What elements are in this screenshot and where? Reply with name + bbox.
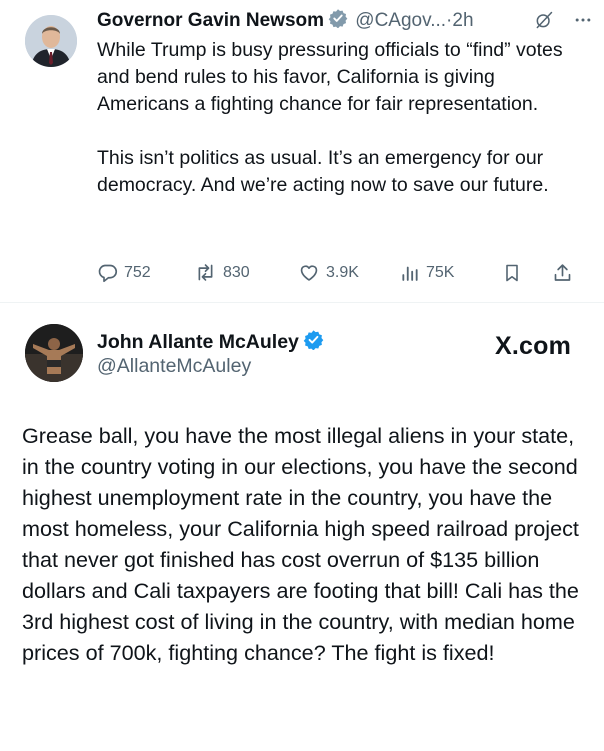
views-count: 75K: [426, 263, 455, 281]
grok-icon[interactable]: [534, 10, 554, 35]
more-icon[interactable]: [572, 10, 594, 35]
reply-button[interactable]: 752: [97, 262, 151, 283]
xcom-watermark: X.com: [494, 332, 571, 360]
author-handle[interactable]: @AllanteMcAuley: [97, 355, 251, 378]
tweet1-action-bar: 752 830 3.9K 75K: [97, 258, 577, 288]
tweet1-paragraph: This isn’t politics as usual. It’s an em…: [97, 147, 549, 196]
avatar-newsom[interactable]: [25, 15, 77, 67]
like-count: 3.9K: [326, 263, 359, 281]
repost-icon: [194, 262, 217, 283]
share-button[interactable]: [552, 262, 573, 284]
tweet2-body: Grease ball, you have the most illegal a…: [22, 423, 579, 665]
avatar-mcauley[interactable]: [25, 324, 83, 382]
tweet1-header-icons: [534, 10, 594, 35]
bookmark-icon: [502, 262, 522, 284]
tweet1-header: Governor Gavin Newsom @CAgov...·2h: [97, 8, 587, 36]
like-icon: [298, 262, 320, 283]
verified-government-badge-icon: [328, 8, 348, 36]
views-icon: [400, 262, 420, 283]
tweet-mcauley[interactable]: John Allante McAuley @AllanteMcAuley X.c…: [0, 302, 604, 751]
tweet-newsom[interactable]: Governor Gavin Newsom @CAgov...·2h While…: [0, 0, 604, 302]
verified-badge-icon: [303, 329, 324, 356]
repost-count: 830: [223, 263, 250, 281]
author-handle[interactable]: @CAgov...: [355, 10, 446, 31]
author-name-text[interactable]: John Allante McAuley: [97, 331, 299, 353]
share-icon: [552, 262, 573, 284]
repost-button[interactable]: 830: [194, 262, 250, 283]
bookmark-button[interactable]: [502, 262, 522, 284]
tweet1-paragraph: While Trump is busy pressuring officials…: [97, 39, 563, 115]
author-name: John Allante McAuley: [97, 329, 326, 356]
timestamp[interactable]: 2h: [452, 10, 473, 31]
reply-icon: [97, 262, 118, 283]
like-button[interactable]: 3.9K: [298, 262, 359, 283]
author-name[interactable]: Governor Gavin Newsom: [97, 10, 324, 31]
reply-count: 752: [124, 263, 151, 281]
avatar-mcauley-image: [25, 324, 83, 382]
views-button[interactable]: 75K: [400, 262, 454, 283]
avatar-newsom-image: [25, 15, 77, 67]
tweet1-body: While Trump is busy pressuring officials…: [97, 37, 577, 199]
